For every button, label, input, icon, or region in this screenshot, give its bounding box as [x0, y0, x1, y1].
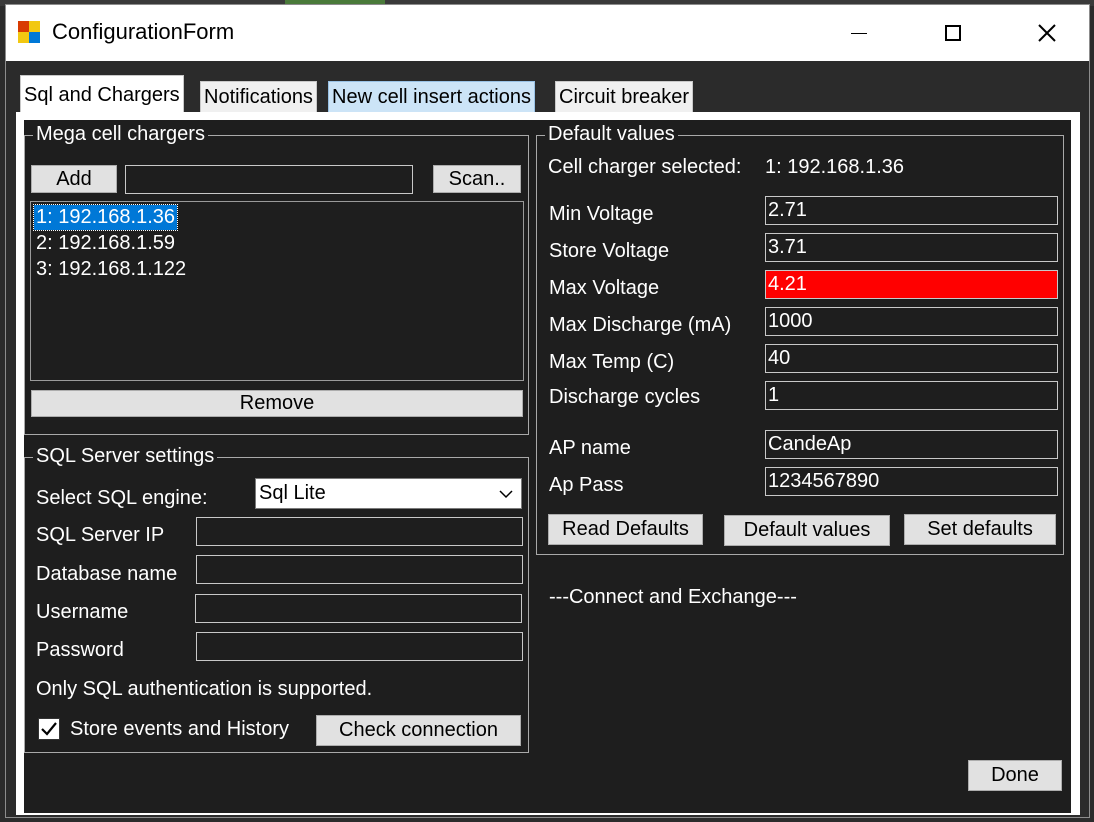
chargers-list[interactable]: 1: 192.168.1.36 2: 192.168.1.59 3: 192.1… [30, 201, 524, 381]
connect-exchange-text: ---Connect and Exchange--- [549, 586, 797, 608]
list-item[interactable]: 1: 192.168.1.36 [32, 204, 179, 231]
list-item[interactable]: 3: 192.168.1.122 [34, 257, 188, 282]
list-item[interactable]: 2: 192.168.1.59 [34, 231, 177, 256]
cell-charger-selected-value: 1: 192.168.1.36 [765, 156, 905, 178]
ap-pass-label: Ap Pass [549, 474, 624, 496]
sql-engine-value: Sql Lite [259, 482, 326, 504]
set-defaults-button[interactable]: Set defaults [904, 514, 1056, 545]
username-label: Username [36, 601, 129, 623]
database-name-label: Database name [36, 563, 178, 585]
scan-button[interactable]: Scan.. [433, 165, 521, 193]
maximize-button[interactable] [906, 5, 1000, 61]
password-label: Password [36, 639, 124, 661]
remove-button[interactable]: Remove [31, 390, 523, 417]
store-events-checkbox[interactable] [38, 718, 60, 740]
checkmark-icon [41, 722, 57, 736]
min-voltage-label: Min Voltage [549, 203, 654, 225]
min-voltage-input[interactable]: 2.71 [765, 196, 1058, 225]
close-icon [1038, 24, 1056, 42]
title-bar[interactable]: ConfigurationForm [6, 5, 1089, 61]
check-connection-button[interactable]: Check connection [316, 715, 521, 746]
tab-page: Mega cell chargers Add Scan.. 1: 192.168… [16, 112, 1080, 815]
minimize-button[interactable] [812, 5, 906, 61]
default-values-button[interactable]: Default values [724, 515, 890, 546]
tab-sql-and-chargers[interactable]: Sql and Chargers [20, 75, 184, 115]
default-values-group: Default values Cell charger selected: 1:… [536, 123, 1064, 555]
mega-cell-chargers-title: Mega cell chargers [33, 123, 208, 146]
max-voltage-label: Max Voltage [549, 277, 660, 299]
tab-circuit-breaker[interactable]: Circuit breaker [555, 81, 694, 113]
tab-notifications[interactable]: Notifications [200, 81, 317, 113]
max-temp-input[interactable]: 40 [765, 344, 1058, 373]
auth-note: Only SQL authentication is supported. [36, 678, 373, 700]
add-charger-button[interactable]: Add [31, 165, 117, 193]
cell-charger-selected-label: Cell charger selected: [548, 156, 742, 178]
sql-server-settings-group: SQL Server settings Select SQL engine: S… [24, 445, 529, 753]
ap-pass-input[interactable]: 1234567890 [765, 467, 1058, 496]
sql-server-ip-input[interactable] [196, 517, 523, 546]
discharge-cycles-label: Discharge cycles [549, 386, 701, 408]
store-voltage-label: Store Voltage [549, 240, 670, 262]
app-icon [18, 21, 40, 43]
ap-name-input[interactable]: CandeAp [765, 430, 1058, 459]
client-area: Sql and Chargers Notifications New cell … [6, 61, 1089, 817]
sql-engine-select[interactable]: Sql Lite [255, 478, 522, 509]
charger-address-input[interactable] [125, 165, 413, 194]
configuration-window: ConfigurationForm Sql and Chargers Notif… [5, 4, 1090, 818]
close-button[interactable] [1000, 5, 1094, 61]
password-input[interactable] [196, 632, 523, 661]
store-events-label[interactable]: Store events and History [70, 718, 289, 741]
ap-name-label: AP name [549, 437, 631, 459]
username-input[interactable] [195, 594, 522, 623]
minimize-icon [851, 32, 867, 34]
done-button[interactable]: Done [968, 760, 1062, 791]
max-discharge-input[interactable]: 1000 [765, 307, 1058, 336]
sql-server-ip-label: SQL Server IP [36, 524, 165, 546]
maximize-icon [945, 25, 961, 41]
window-title: ConfigurationForm [52, 19, 235, 44]
tab-page-content: Mega cell chargers Add Scan.. 1: 192.168… [24, 120, 1071, 813]
database-name-input[interactable] [196, 555, 523, 584]
discharge-cycles-input[interactable]: 1 [765, 381, 1058, 410]
tab-new-cell-insert-actions[interactable]: New cell insert actions [328, 81, 535, 113]
store-voltage-input[interactable]: 3.71 [765, 233, 1058, 262]
chevron-down-icon [499, 490, 513, 499]
sql-server-settings-title: SQL Server settings [33, 445, 218, 468]
default-values-title: Default values [545, 123, 678, 146]
max-voltage-input[interactable]: 4.21 [765, 270, 1058, 299]
read-defaults-button[interactable]: Read Defaults [548, 514, 703, 545]
max-temp-label: Max Temp (C) [549, 351, 675, 373]
max-discharge-label: Max Discharge (mA) [549, 314, 732, 336]
mega-cell-chargers-group: Mega cell chargers Add Scan.. 1: 192.168… [24, 123, 529, 435]
sql-engine-label: Select SQL engine: [36, 487, 208, 509]
